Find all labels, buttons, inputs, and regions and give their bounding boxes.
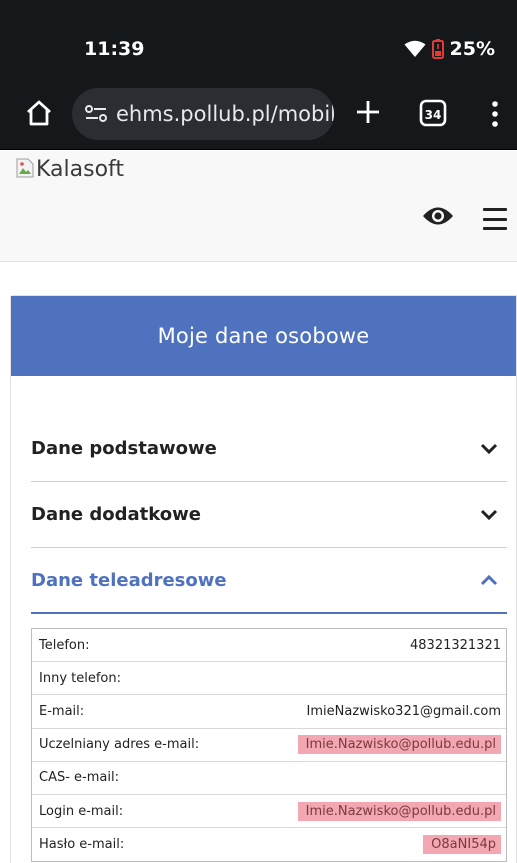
browser-toolbar: ehms.pollub.pl/mobile 34 [0,78,517,150]
row-label: Hasło e-mail: [39,837,125,853]
kebab-menu-icon [491,100,499,132]
row-label: Telefon: [39,637,90,653]
section-dane-podstawowe[interactable]: Dane podstawowe [31,416,507,482]
row-label: Login e-mail: [39,803,124,819]
address-bar[interactable]: ehms.pollub.pl/mobile [72,88,334,140]
table-row: Uczelniany adres e-mail: Imie.Nazwisko@p… [32,729,506,762]
section-dane-teleadresowe[interactable]: Dane teleadresowe [31,548,507,614]
table-row: Telefon: 48321321321 [32,629,506,663]
home-button[interactable] [18,94,60,136]
tab-count: 34 [424,108,442,122]
table-row: CAS- e-mail: [32,762,506,795]
accessibility-button[interactable] [421,203,455,233]
url-text: ehms.pollub.pl/mobile [116,102,334,126]
plus-icon [355,99,381,129]
site-settings-icon[interactable] [84,100,108,128]
section-title: Dane teleadresowe [31,569,227,591]
section-title: Dane dodatkowe [31,504,201,525]
hamburger-icon[interactable] [483,205,511,233]
row-value: ImieNazwisko321@gmail.com [306,703,501,719]
row-label: E-mail: [39,703,85,719]
site-logo[interactable]: Kalasoft [16,157,124,182]
battery-low-icon [431,39,444,59]
chevron-down-icon [479,508,499,522]
wifi-icon [404,40,426,58]
section-dane-dodatkowe[interactable]: Dane dodatkowe [31,482,507,548]
chevron-down-icon [479,442,499,456]
row-label: Uczelniany adres e-mail: [39,737,200,753]
section-title: Dane podstawowe [31,438,217,459]
row-label: CAS- e-mail: [39,770,119,786]
card-title: Moje dane osobowe [11,296,516,376]
tab-switcher-button[interactable]: 34 [414,96,452,134]
eye-icon [422,205,454,231]
table-row: Login e-mail: Imie.Nazwisko@pollub.edu.p… [32,795,506,829]
table-row: Inny telefon: [32,662,506,696]
site-header: Kalasoft [0,151,517,262]
browser-menu-button[interactable] [480,96,510,136]
personal-data-card: Moje dane osobowe Dane podstawowe Dane d… [10,295,517,863]
new-tab-button[interactable] [348,94,388,134]
row-value: 48321321321 [410,637,501,653]
status-time: 11:39 [84,38,145,60]
home-icon [24,98,54,132]
broken-image-icon [16,158,34,182]
row-value: O8aNI54p [423,835,501,855]
row-value: Imie.Nazwisko@pollub.edu.pl [297,735,501,755]
battery-percent: 25% [449,38,495,60]
status-indicators: 25% [404,38,495,60]
logo-alt-text: Kalasoft [36,157,125,182]
contact-data-table: Telefon: 48321321321 Inny telefon: E-mai… [31,628,507,863]
row-value: Imie.Nazwisko@pollub.edu.pl [297,801,501,821]
status-bar: 11:39 25% [0,0,517,78]
chevron-up-icon [479,573,499,587]
row-label: Inny telefon: [39,670,121,686]
table-row: Hasło e-mail: O8aNI54p [32,828,506,861]
table-row: E-mail: ImieNazwisko321@gmail.com [32,695,506,729]
